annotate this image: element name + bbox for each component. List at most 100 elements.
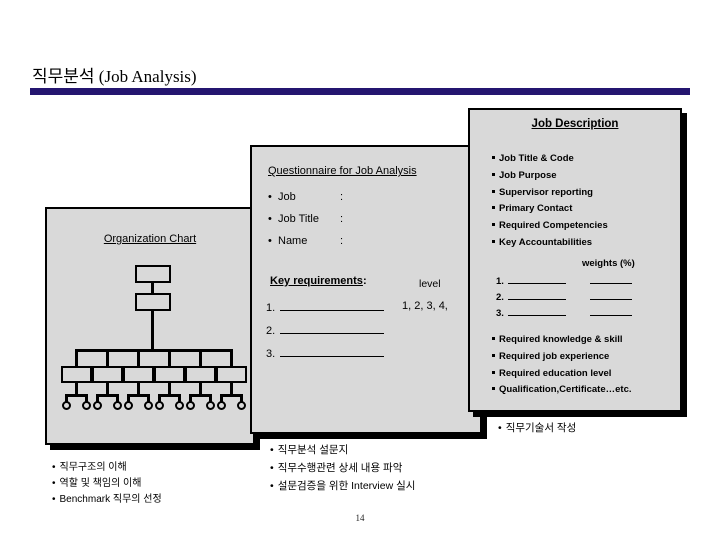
questionnaire-field-job: • Job : (268, 186, 468, 208)
org-branch-drop (137, 349, 140, 366)
accountability-blank-line[interactable] (508, 274, 566, 284)
row-number: 1. (266, 302, 276, 314)
list-item: Primary Contact (492, 201, 680, 218)
note-line: • 직무기술서 작성 (498, 420, 576, 436)
org-branch-drop (230, 349, 233, 366)
list-item-label: Supervisor reporting (499, 186, 593, 198)
org-leaf-circle (82, 401, 91, 410)
org-leaf-circle (144, 401, 153, 410)
job-description-card: Job Description Job Title & Code Job Pur… (468, 108, 682, 412)
weight-blank-line[interactable] (590, 274, 632, 284)
key-requirements-heading: Key requirements: (270, 275, 367, 287)
row-number: 1. (496, 276, 504, 287)
key-requirements-heading-text: Key requirements (270, 275, 363, 287)
org-branch-drop (168, 349, 171, 366)
bottom-notes-right: • 직무기술서 작성 (498, 420, 576, 436)
bullet-dot-icon: • (52, 478, 56, 489)
list-item-label: Required Competencies (499, 220, 608, 232)
square-bullet-icon (492, 172, 495, 176)
org-leaf-circle (62, 401, 71, 410)
list-item: Required Competencies (492, 218, 680, 235)
key-requirement-row: 1. (266, 297, 426, 320)
note-line: • 직무분석 설문지 (270, 441, 415, 459)
weight-blank-line[interactable] (590, 306, 632, 316)
field-label: Name (278, 235, 308, 247)
org-leaf-circle (155, 401, 164, 410)
field-colon: : (340, 213, 344, 225)
org-node-branch (92, 366, 123, 383)
square-bullet-icon (492, 370, 495, 374)
accountability-blank-line[interactable] (508, 290, 566, 300)
title-divider (30, 88, 690, 95)
list-item-label: Primary Contact (499, 203, 573, 215)
bullet-dot-icon: • (52, 462, 56, 473)
list-item: Required education level (492, 366, 680, 383)
org-leaf-circle (237, 401, 246, 410)
weight-blank-line[interactable] (590, 290, 632, 300)
row-blank-line[interactable] (280, 345, 384, 357)
questionnaire-title: Questionnaire for Job Analysis (268, 165, 417, 177)
square-bullet-icon (492, 353, 495, 357)
questionnaire-field-name: • Name : (268, 230, 468, 252)
bullet-dot-icon: • (270, 462, 274, 474)
list-item-label: Qualification,Certificate…etc. (499, 384, 632, 396)
note-text: 직무기술서 작성 (505, 422, 577, 434)
questionnaire-card: Questionnaire for Job Analysis • Job : •… (250, 145, 482, 434)
org-node-branch (61, 366, 92, 383)
row-number: 2. (266, 325, 276, 337)
questionnaire-field-list: • Job : • Job Title : • Name : (268, 186, 468, 252)
org-leaf-circle (206, 401, 215, 410)
note-text: Benchmark 직무의 선정 (59, 494, 162, 505)
org-branch-drop (199, 349, 202, 366)
square-bullet-icon (492, 156, 495, 159)
row-number: 2. (496, 292, 504, 303)
row-number: 3. (266, 348, 276, 360)
questionnaire-field-job-title: • Job Title : (268, 208, 468, 230)
key-requirement-row: 3. (266, 343, 426, 366)
org-bus-line (75, 349, 233, 352)
org-leaf-stem (199, 383, 202, 394)
org-edge-root-to-second (151, 283, 154, 293)
key-requirements-rows: 1. 2. 3. (266, 297, 426, 366)
org-leaf-circle (124, 401, 133, 410)
note-text: 역할 및 책임의 이해 (59, 478, 142, 489)
row-number: 3. (496, 308, 504, 319)
org-branch-drop (106, 349, 109, 366)
list-item-label: Required job experience (499, 350, 610, 362)
square-bullet-icon (492, 189, 495, 193)
organization-chart-diagram (47, 265, 257, 425)
org-node-branch (154, 366, 185, 383)
square-bullet-icon (492, 387, 495, 391)
org-leaf-stem (137, 383, 140, 394)
square-bullet-icon (492, 206, 495, 210)
list-item: Job Purpose (492, 168, 680, 185)
bottom-notes-middle: • 직무분석 설문지 • 직무수행관련 상세 내용 파악 • 설문검증을 위한 Int… (270, 441, 415, 495)
list-item: Required knowledge & skill (492, 332, 680, 349)
bottom-notes-left: • 직무구조의 이해 • 역할 및 책임의 이해 • Benchmark 직무의 선정 (52, 460, 162, 508)
accountability-row: 1. (496, 274, 676, 290)
bullet-dot-icon: • (270, 444, 274, 456)
note-line: • 직무수행관련 상세 내용 파악 (270, 459, 415, 477)
org-leaf-stem (75, 383, 78, 394)
row-blank-line[interactable] (280, 322, 384, 334)
org-leaf-circle (93, 401, 102, 410)
org-leaf-circle (217, 401, 226, 410)
list-item: Qualification,Certificate…etc. (492, 382, 680, 399)
job-description-top-list: Job Title & Code Job Purpose Supervisor … (492, 151, 680, 252)
accountability-blank-line[interactable] (508, 306, 566, 316)
square-bullet-icon (492, 239, 495, 243)
note-line: • Benchmark 직무의 선정 (52, 492, 162, 508)
key-requirements-heading-colon: : (362, 275, 367, 287)
field-label: Job (278, 191, 296, 203)
org-edge-trunk (151, 311, 154, 349)
field-colon: : (340, 191, 344, 203)
page-number: 14 (355, 513, 365, 523)
list-item: Supervisor reporting (492, 185, 680, 202)
organization-chart-card: Organization Chart (45, 207, 255, 445)
org-node-branch (123, 366, 154, 383)
list-item-label: Job Purpose (499, 169, 557, 181)
slide-canvas: 직무분석 (Job Analysis) Organization Chart Q… (0, 0, 720, 540)
list-item-label: Required education level (499, 367, 612, 379)
org-leaf-circle (186, 401, 195, 410)
row-blank-line[interactable] (280, 299, 384, 311)
